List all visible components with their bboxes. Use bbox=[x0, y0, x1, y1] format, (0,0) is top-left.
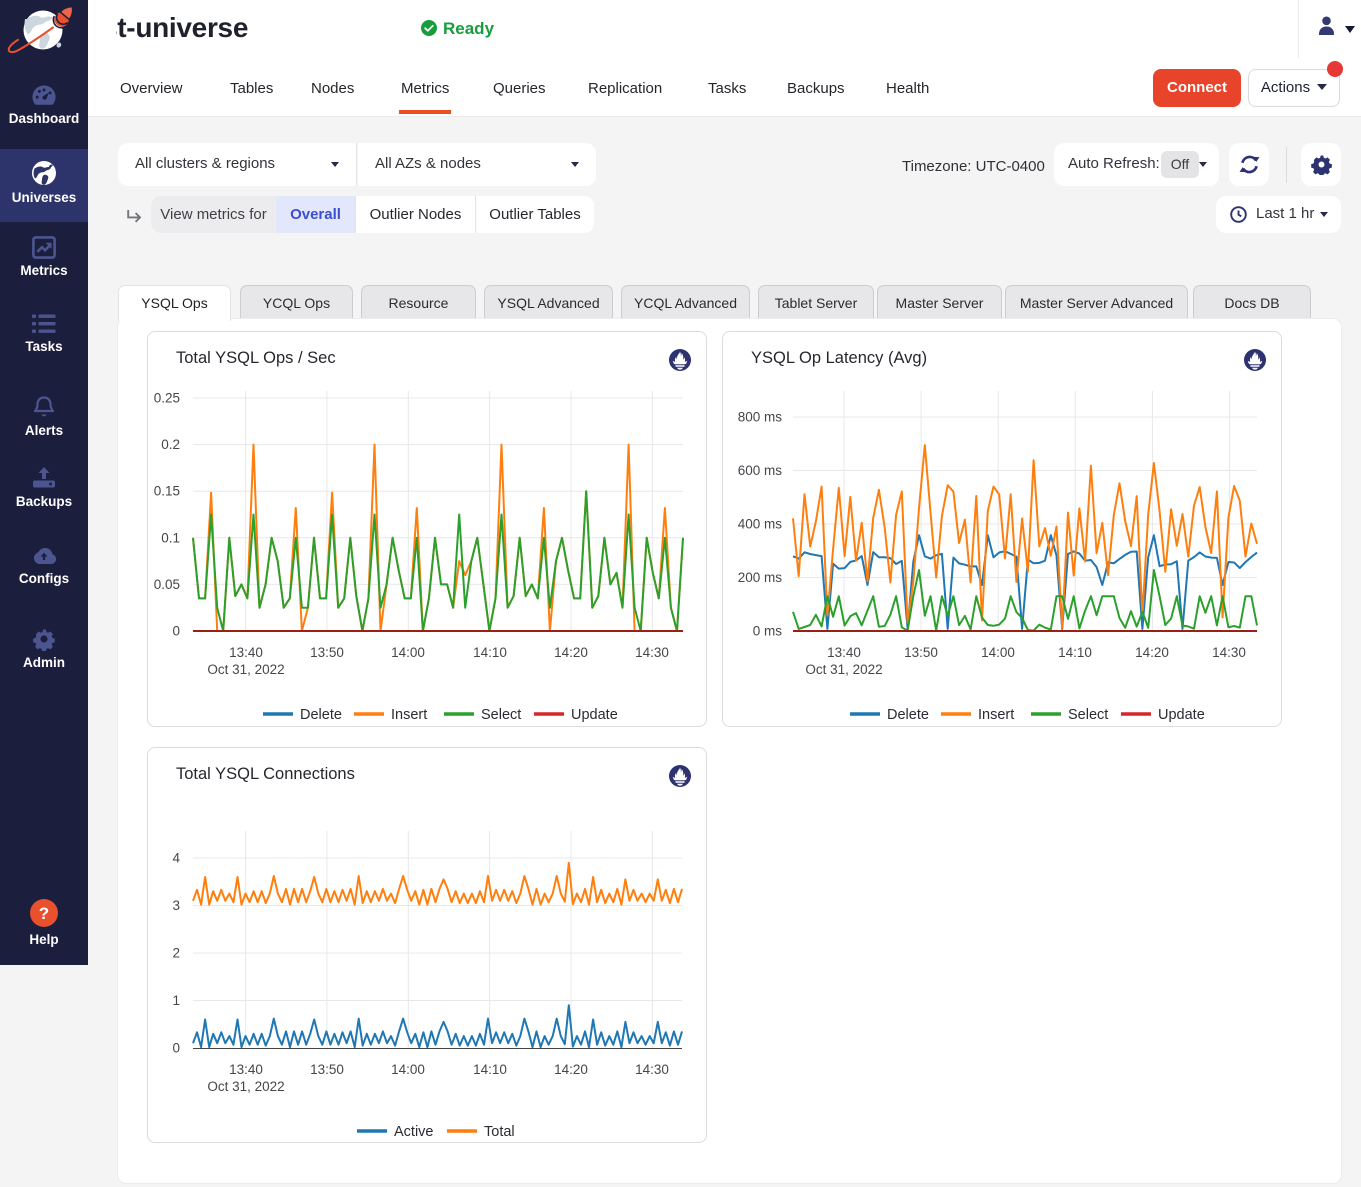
svg-text:Oct 31, 2022: Oct 31, 2022 bbox=[805, 662, 882, 677]
svg-text:Select: Select bbox=[481, 707, 521, 723]
svg-text:14:10: 14:10 bbox=[473, 1062, 507, 1077]
svg-text:13:40: 13:40 bbox=[229, 645, 263, 660]
svg-text:13:40: 13:40 bbox=[229, 1062, 263, 1077]
svg-text:Insert: Insert bbox=[391, 707, 427, 723]
svg-text:Update: Update bbox=[1158, 707, 1205, 723]
svg-text:14:10: 14:10 bbox=[1058, 645, 1092, 660]
svg-text:14:10: 14:10 bbox=[473, 645, 507, 660]
svg-text:400 ms: 400 ms bbox=[738, 517, 783, 532]
svg-text:2: 2 bbox=[172, 946, 180, 961]
svg-text:0 ms: 0 ms bbox=[753, 624, 783, 639]
svg-text:14:00: 14:00 bbox=[391, 1062, 425, 1077]
svg-text:Total: Total bbox=[484, 1124, 515, 1140]
svg-text:Select: Select bbox=[1068, 707, 1108, 723]
svg-text:13:50: 13:50 bbox=[904, 645, 938, 660]
svg-text:13:50: 13:50 bbox=[310, 645, 344, 660]
svg-text:Oct 31, 2022: Oct 31, 2022 bbox=[207, 662, 284, 677]
svg-text:Active: Active bbox=[394, 1124, 434, 1140]
svg-text:0: 0 bbox=[172, 1041, 180, 1056]
svg-text:Delete: Delete bbox=[887, 707, 929, 723]
svg-text:14:00: 14:00 bbox=[981, 645, 1015, 660]
svg-text:0.1: 0.1 bbox=[161, 530, 180, 545]
svg-text:13:40: 13:40 bbox=[827, 645, 861, 660]
svg-text:14:20: 14:20 bbox=[1135, 645, 1169, 660]
svg-text:0.15: 0.15 bbox=[154, 484, 180, 499]
svg-text:600 ms: 600 ms bbox=[738, 463, 783, 478]
svg-text:0.05: 0.05 bbox=[154, 577, 180, 592]
svg-text:14:00: 14:00 bbox=[391, 645, 425, 660]
svg-text:0: 0 bbox=[172, 624, 180, 639]
svg-text:14:30: 14:30 bbox=[1212, 645, 1246, 660]
svg-text:3: 3 bbox=[172, 898, 180, 913]
svg-text:1: 1 bbox=[172, 993, 180, 1008]
svg-text:14:30: 14:30 bbox=[635, 645, 669, 660]
svg-text:800 ms: 800 ms bbox=[738, 410, 783, 425]
svg-text:13:50: 13:50 bbox=[310, 1062, 344, 1077]
svg-text:0.25: 0.25 bbox=[154, 391, 180, 406]
svg-text:4: 4 bbox=[172, 851, 180, 866]
svg-text:Delete: Delete bbox=[300, 707, 342, 723]
svg-text:Oct 31, 2022: Oct 31, 2022 bbox=[207, 1079, 284, 1094]
svg-text:200 ms: 200 ms bbox=[738, 570, 783, 585]
svg-text:?: ? bbox=[39, 904, 49, 923]
svg-text:Insert: Insert bbox=[978, 707, 1014, 723]
svg-text:0.2: 0.2 bbox=[161, 437, 180, 452]
svg-text:14:20: 14:20 bbox=[554, 645, 588, 660]
svg-text:14:30: 14:30 bbox=[635, 1062, 669, 1077]
svg-text:14:20: 14:20 bbox=[554, 1062, 588, 1077]
svg-text:Update: Update bbox=[571, 707, 618, 723]
